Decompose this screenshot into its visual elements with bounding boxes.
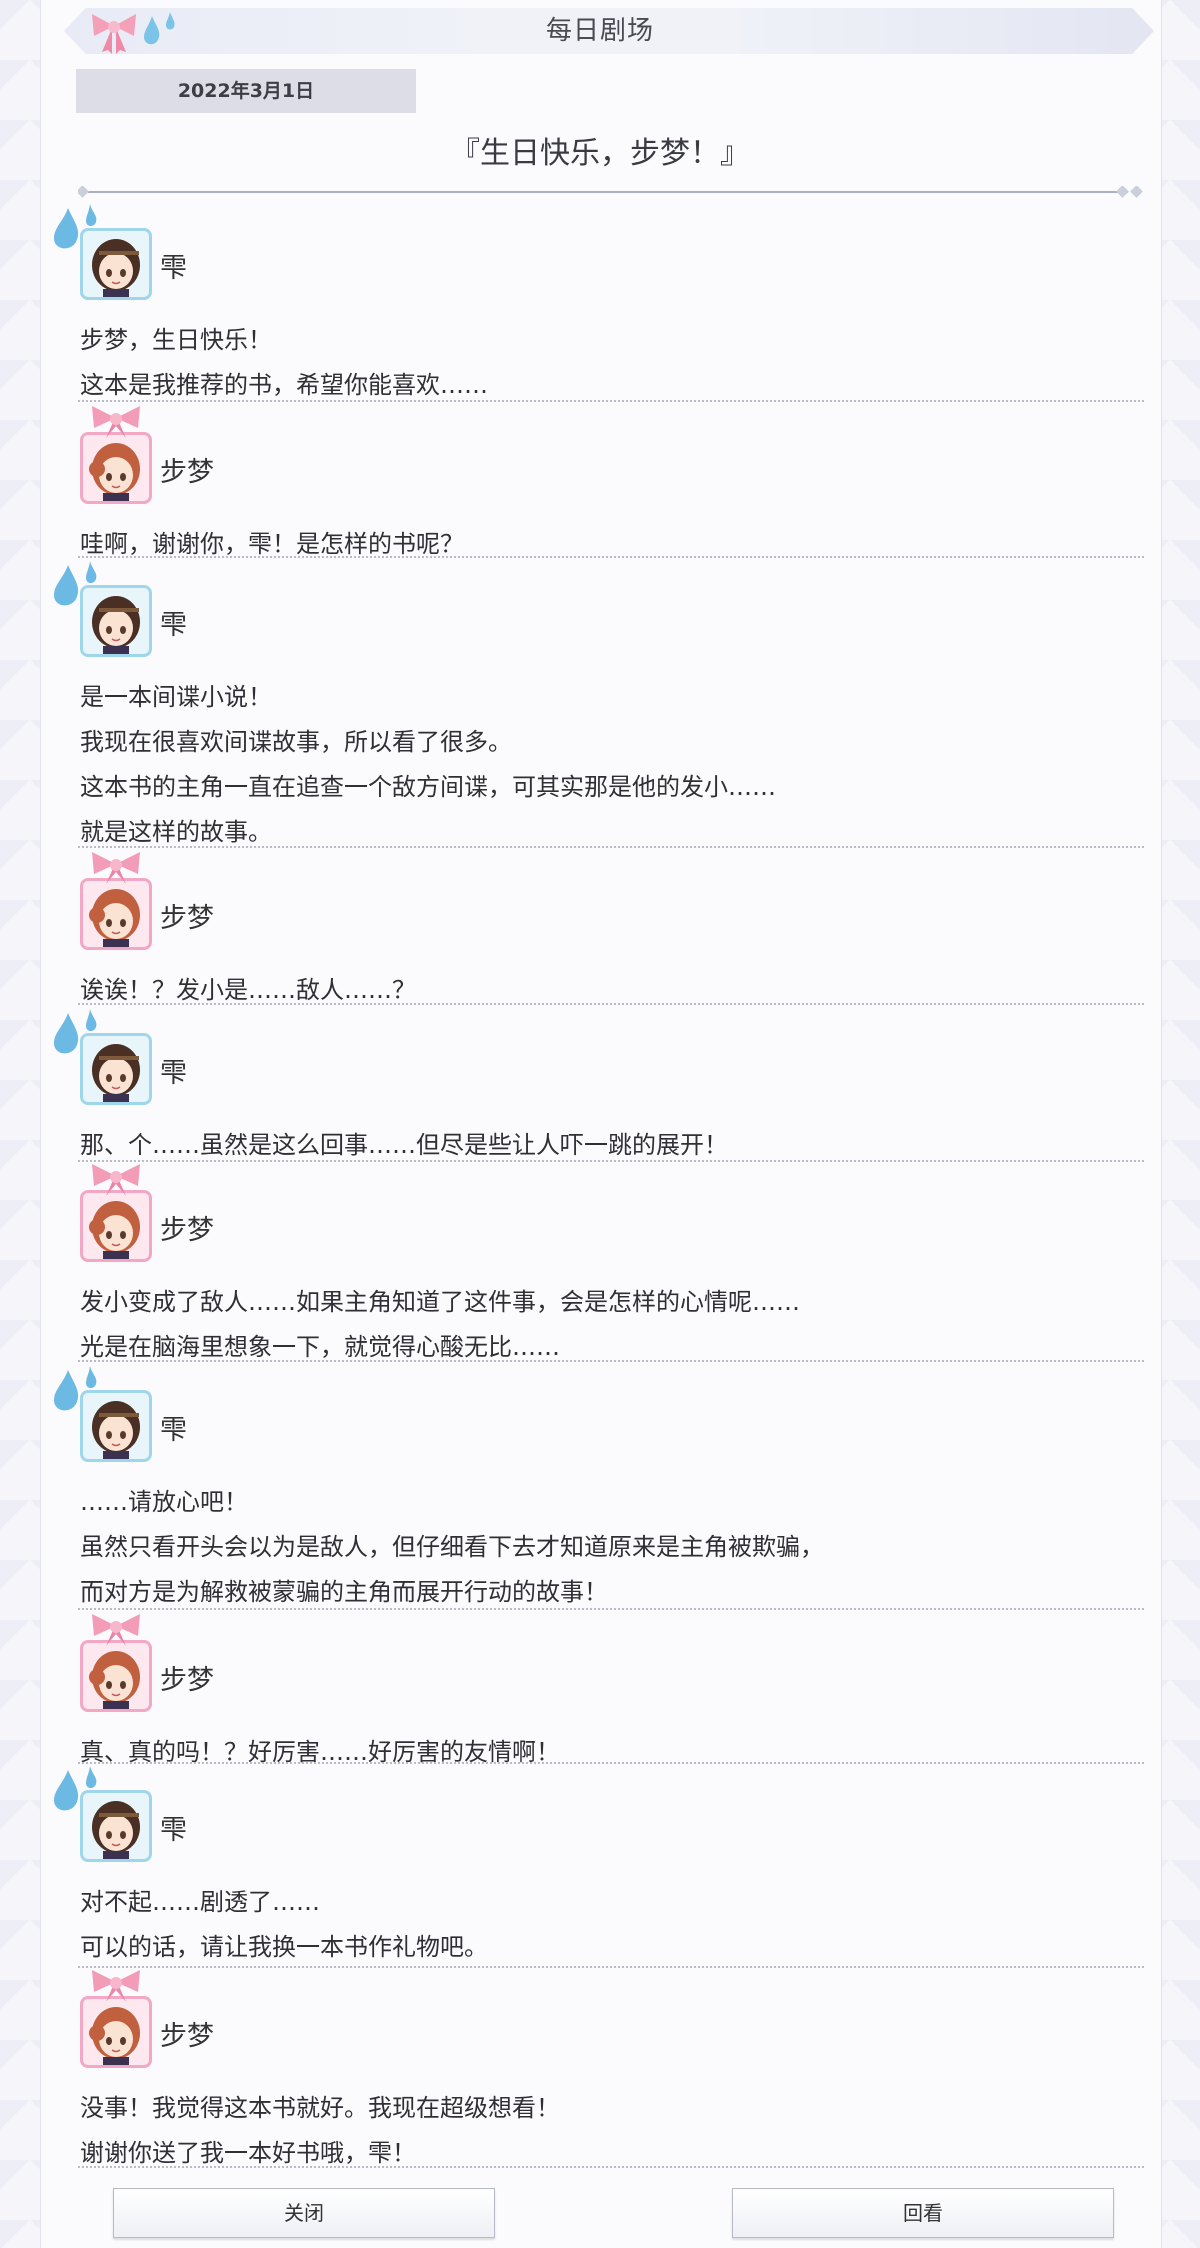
water-drops-icon: [54, 204, 97, 249]
dialogue-line: 这本书的主角一直在追查一个敌方间谍，可其实那是他的发小……: [80, 773, 776, 801]
water-drops-icon: [54, 561, 97, 606]
speaker-name: 雫: [160, 1058, 187, 1089]
water-drops-icon: [144, 12, 175, 45]
speaker-name: 步梦: [160, 457, 214, 488]
dialogue-line: 对不起……剧透了……: [80, 1888, 320, 1916]
dialogue-entry: 雫 ……请放心吧！ 虽然只看开头会以为是敌人，但仔细看下去才知道原来是主角被欺骗，而…: [54, 1366, 1140, 1615]
speaker-header: 步梦: [80, 852, 1140, 958]
dotted-separator: [78, 556, 1144, 558]
dialogue-line: 是一本间谍小说！: [80, 683, 272, 711]
dialogue-lines: ……请放心吧！ 虽然只看开头会以为是敌人，但仔细看下去才知道原来是主角被欺骗， 而对…: [80, 1480, 1140, 1615]
speaker-header: 步梦: [80, 1164, 1140, 1270]
dialogue-lines: 真、真的吗！？好厉害……好厉害的友情啊！: [80, 1730, 1140, 1775]
dialogue-line: 真、真的吗！？好厉害……好厉害的友情啊！: [80, 1738, 560, 1766]
water-drops-icon: [54, 1009, 97, 1054]
speaker-name: 步梦: [160, 903, 214, 934]
speaker-name: 雫: [160, 253, 187, 284]
pink-ribbon-icon: [92, 14, 136, 54]
dialogue-line: 虽然只看开头会以为是敌人，但仔细看下去才知道原来是主角被欺骗，: [80, 1533, 824, 1561]
dialogue-entry: 雫步梦，生日快乐！ 这本是我推荐的书，希望你能喜欢……: [54, 204, 1140, 408]
dialogue-lines: 没事！我觉得这本书就好。我现在超级想看！ 谢谢你送了我一本好书哦，雫！: [80, 2086, 1140, 2176]
date-label: 2022年3月1日: [76, 69, 416, 113]
dialogue-entry: 步梦诶诶！？发小是……敌人……？: [80, 852, 1140, 1013]
page-title: 每日剧场: [545, 16, 654, 46]
ayumu-avatar: [80, 878, 152, 950]
dialogue-lines: 诶诶！？发小是……敌人……？: [80, 968, 1140, 1013]
dialogue-line: 光是在脑海里想象一下，就觉得心酸无比……: [80, 1333, 560, 1361]
dotted-separator: [78, 1360, 1144, 1362]
dialogue-line: 哇啊，谢谢你，雫！是怎样的书呢？: [80, 530, 464, 558]
dialogue-lines: 步梦，生日快乐！ 这本是我推荐的书，希望你能喜欢……: [80, 318, 1140, 408]
speaker-name: 雫: [160, 1815, 187, 1846]
ribbon-bow-icon: [92, 1164, 140, 1196]
dialogue-lines: 哇啊，谢谢你，雫！是怎样的书呢？: [80, 522, 1140, 567]
speaker-name: 雫: [160, 1415, 187, 1446]
dotted-separator: [78, 1003, 1144, 1005]
dotted-separator: [78, 1966, 1144, 1968]
dotted-separator: [78, 2166, 1144, 2168]
dialogue-entry: 步梦发小变成了敌人……如果主角知道了这件事，会是怎样的心情呢…… 光是在脑海里想象…: [80, 1164, 1140, 1370]
dotted-separator: [78, 1762, 1144, 1764]
dialogue-line: 没事！我觉得这本书就好。我现在超级想看！: [80, 2094, 560, 2122]
ayumu-avatar: [80, 1640, 152, 1712]
dialogue-lines: 发小变成了敌人……如果主角知道了这件事，会是怎样的心情呢…… 光是在脑海里想象一下…: [80, 1280, 1140, 1370]
dialogue-entry: 步梦真、真的吗！？好厉害……好厉害的友情啊！: [80, 1614, 1140, 1775]
dialogue-line: 我现在很喜欢间谍故事，所以看了很多。: [80, 728, 512, 756]
ayumu-avatar: [80, 1996, 152, 2068]
dialogue-line: 可以的话，请让我换一本书作礼物吧。: [80, 1933, 488, 1961]
dialogue-entry: 步梦哇啊，谢谢你，雫！是怎样的书呢？: [80, 406, 1140, 567]
dialogue-entry: 雫是一本间谍小说！ 我现在很喜欢间谍故事，所以看了很多。这本书的主角一直在追查一个…: [54, 561, 1140, 855]
episode-title: 『生日快乐，步梦！』: [450, 136, 750, 171]
speaker-header: 步梦: [80, 406, 1140, 512]
speaker-header: 雫: [54, 1009, 1140, 1113]
ribbon-bow-icon: [92, 1970, 140, 2002]
ayumu-avatar: [80, 1190, 152, 1262]
ribbon-bow-icon: [92, 406, 140, 438]
speaker-name: 步梦: [160, 1665, 214, 1696]
dialogue-line: 发小变成了敌人……如果主角知道了这件事，会是怎样的心情呢……: [80, 1288, 800, 1316]
speaker-header: 雫: [54, 561, 1140, 665]
speaker-name: 步梦: [160, 1215, 214, 1246]
dialogue-line: 谢谢你送了我一本好书哦，雫！: [80, 2139, 416, 2167]
replay-button[interactable]: 回看: [732, 2188, 1114, 2238]
water-drops-icon: [54, 1366, 97, 1411]
speaker-header: 雫: [54, 1366, 1140, 1470]
speaker-name: 步梦: [160, 2021, 214, 2052]
dialogue-entry: 雫那、个……虽然是这么回事……但尽是些让人吓一跳的展开！: [54, 1009, 1140, 1168]
dotted-separator: [78, 400, 1144, 402]
speaker-header: 雫: [54, 204, 1140, 308]
speaker-header: 步梦: [80, 1614, 1140, 1720]
water-drops-icon: [54, 1766, 97, 1811]
dialogue-entry: 雫对不起……剧透了…… 可以的话，请让我换一本书作礼物吧。: [54, 1766, 1140, 1970]
close-button[interactable]: 关闭: [113, 2188, 495, 2238]
dialogue-lines: 对不起……剧透了…… 可以的话，请让我换一本书作礼物吧。: [80, 1880, 1140, 1970]
dialogue-line: 就是这样的故事。: [80, 818, 272, 846]
dialogue-entry: 步梦没事！我觉得这本书就好。我现在超级想看！ 谢谢你送了我一本好书哦，雫！: [80, 1970, 1140, 2176]
title-divider: [78, 186, 1143, 198]
speaker-header: 步梦: [80, 1970, 1140, 2076]
dialogue-line: ……请放心吧！: [80, 1488, 248, 1516]
dialogue-line: 步梦，生日快乐！: [80, 326, 272, 354]
ribbon-bow-icon: [92, 1614, 140, 1646]
ayumu-avatar: [80, 432, 152, 504]
dialogue-lines: 是一本间谍小说！ 我现在很喜欢间谍故事，所以看了很多。这本书的主角一直在追查一个敌…: [80, 675, 1140, 855]
dotted-separator: [78, 1608, 1144, 1610]
dotted-separator: [78, 846, 1144, 848]
dialogue-line: 诶诶！？发小是……敌人……？: [80, 976, 416, 1004]
speaker-name: 雫: [160, 610, 187, 641]
speaker-header: 雫: [54, 1766, 1140, 1870]
dotted-separator: [78, 1160, 1144, 1162]
ribbon-bow-icon: [92, 852, 140, 884]
